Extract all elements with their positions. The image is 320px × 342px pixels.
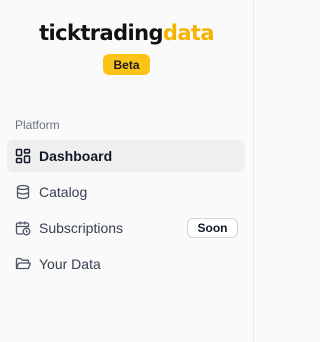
logo-text-primary: ticktrading: [39, 21, 163, 45]
logo[interactable]: ticktradingdata: [0, 20, 253, 46]
nav-list: Dashboard Catalog Subscriptions Soon You…: [7, 140, 245, 284]
nav-item-your-data[interactable]: Your Data: [7, 248, 245, 280]
beta-badge: Beta: [103, 54, 150, 75]
section-label-platform: Platform: [15, 118, 60, 132]
nav-item-dashboard[interactable]: Dashboard: [7, 140, 245, 172]
dashboard-icon: [15, 148, 31, 164]
soon-badge: Soon: [187, 218, 238, 238]
nav-item-catalog[interactable]: Catalog: [7, 176, 245, 208]
nav-item-label: Subscriptions: [39, 220, 124, 236]
nav-item-label: Catalog: [39, 184, 88, 200]
nav-item-subscriptions[interactable]: Subscriptions Soon: [7, 212, 245, 244]
nav-item-label: Dashboard: [39, 148, 113, 164]
database-icon: [15, 184, 31, 200]
logo-text-accent: data: [162, 21, 215, 45]
calendar-clock-icon: [15, 220, 31, 236]
nav-item-label: Your Data: [39, 256, 101, 272]
folder-open-icon: [15, 256, 31, 272]
sidebar: ticktradingdata Beta Platform Dashboard: [0, 0, 254, 342]
